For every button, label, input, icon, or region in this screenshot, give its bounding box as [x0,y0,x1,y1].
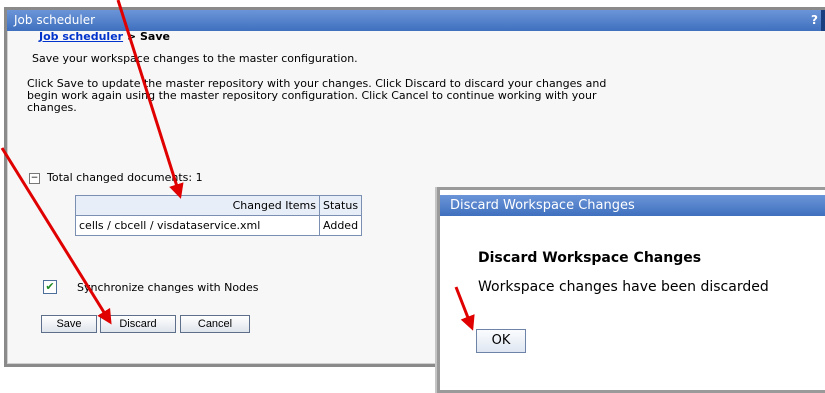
instructions-line-2: begin work again using the master reposi… [27,89,597,102]
intro-text: Save your workspace changes to the maste… [32,52,358,65]
discard-button[interactable]: Discard [100,315,176,333]
changed-item-cell[interactable]: cells / cbcell / visdataservice.xml [75,215,320,236]
breadcrumb-link-job-scheduler[interactable]: Job scheduler [39,30,123,43]
column-header-status: Status [318,195,363,216]
dialog-title: Discard Workspace Changes [450,198,635,213]
minimize-icon[interactable]: – [821,10,825,31]
dialog-message: Workspace changes have been discarded [478,279,769,295]
column-header-changed-items: Changed Items [75,195,320,216]
discard-workspace-dialog: Discard Workspace Changes Discard Worksp… [437,187,825,393]
sync-nodes-label: Synchronize changes with Nodes [77,281,259,294]
breadcrumb-separator: > [123,30,140,43]
breadcrumb: Job scheduler > Save [39,30,170,43]
table-row: cells / cbcell / visdataservice.xml Adde… [75,215,363,236]
total-changed-label: Total changed documents: 1 [47,171,203,184]
sync-nodes-checkbox[interactable]: ✔ [43,280,57,294]
status-cell: Added [318,215,363,236]
table-header-row: Changed Items Status [75,195,363,216]
collapse-toggle-icon[interactable]: − [29,173,40,184]
help-icon[interactable]: ? [811,10,818,31]
breadcrumb-current: Save [139,30,170,43]
instructions-line-3: changes. [27,101,77,114]
dialog-titlebar: Discard Workspace Changes [440,195,825,216]
cancel-button[interactable]: Cancel [180,315,250,333]
panel-title: Job scheduler [14,13,96,27]
changed-items-table: Changed Items Status cells / cbcell / vi… [75,195,363,236]
save-button[interactable]: Save [41,315,97,333]
panel-titlebar: Job scheduler [7,10,825,31]
ok-button[interactable]: OK [476,329,526,353]
dialog-heading: Discard Workspace Changes [478,250,702,266]
